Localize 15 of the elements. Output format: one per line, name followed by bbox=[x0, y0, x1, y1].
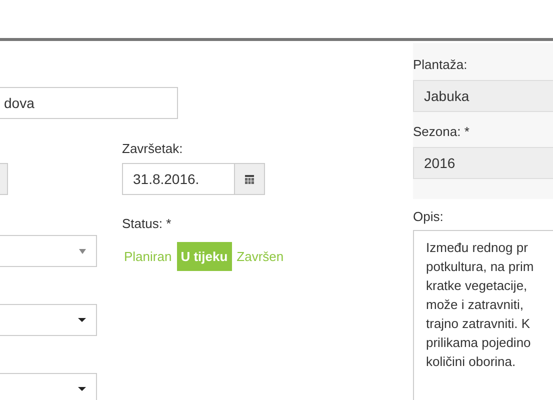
calendar-button[interactable] bbox=[235, 163, 265, 195]
end-date-label: Završetak: bbox=[122, 141, 184, 156]
description-field[interactable]: Između rednog pr potkultura, na prim kratke vegetacije, može i zatravniti, trajno zatravniti. K prilikama pojedino količini oborina. bbox=[413, 230, 553, 400]
name-field[interactable]: dova bbox=[0, 87, 178, 119]
end-date-field[interactable]: 31.8.2016. bbox=[122, 163, 235, 195]
caret-icon bbox=[78, 318, 86, 322]
season-field[interactable]: 2016 bbox=[413, 147, 553, 179]
description-label: Opis: bbox=[413, 209, 444, 224]
plantation-label: Plantaža: bbox=[413, 57, 468, 72]
caret-icon bbox=[78, 387, 86, 391]
plantation-field[interactable]: Jabuka bbox=[413, 80, 553, 112]
caret-icon bbox=[79, 248, 86, 254]
calendar-icon bbox=[245, 174, 254, 184]
season-label: Sezona: * bbox=[413, 124, 470, 139]
status-label: Status: * bbox=[122, 216, 172, 231]
